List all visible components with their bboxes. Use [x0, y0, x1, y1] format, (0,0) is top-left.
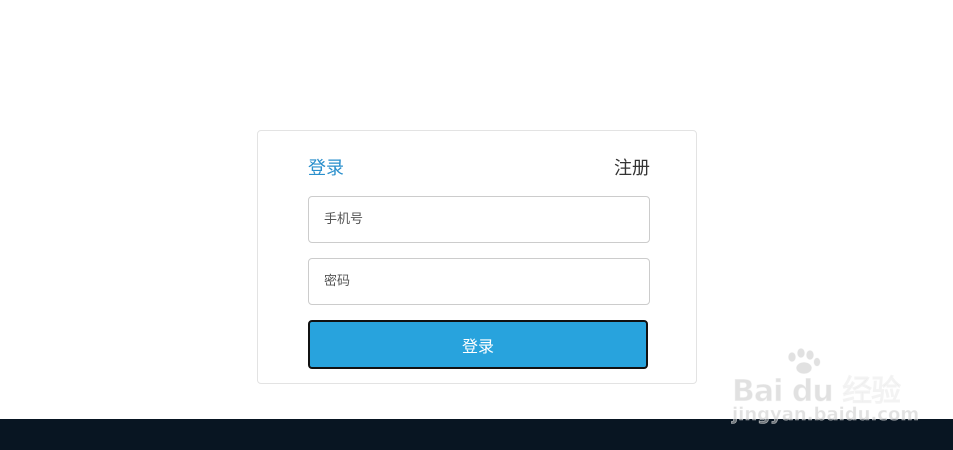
auth-tabs: 登录 注册 — [308, 157, 650, 183]
baidu-jingyan-watermark: Bai du 经验 jingyan.baidu.com — [731, 348, 919, 428]
password-input[interactable] — [309, 259, 649, 304]
tab-login[interactable]: 登录 — [308, 157, 344, 181]
watermark-brand: Bai du 经验 — [731, 374, 901, 410]
tab-register[interactable]: 注册 — [614, 157, 650, 181]
page: 登录 注册 登录 Bai du 经验 jingyan.baidu.com — [0, 0, 953, 450]
phone-field-wrapper — [308, 196, 650, 243]
login-button[interactable]: 登录 — [308, 320, 648, 369]
paw-icon — [787, 348, 821, 375]
password-field-wrapper — [308, 258, 650, 305]
login-card: 登录 注册 登录 — [257, 130, 697, 384]
footer-bar — [0, 419, 953, 450]
phone-input[interactable] — [309, 197, 649, 242]
